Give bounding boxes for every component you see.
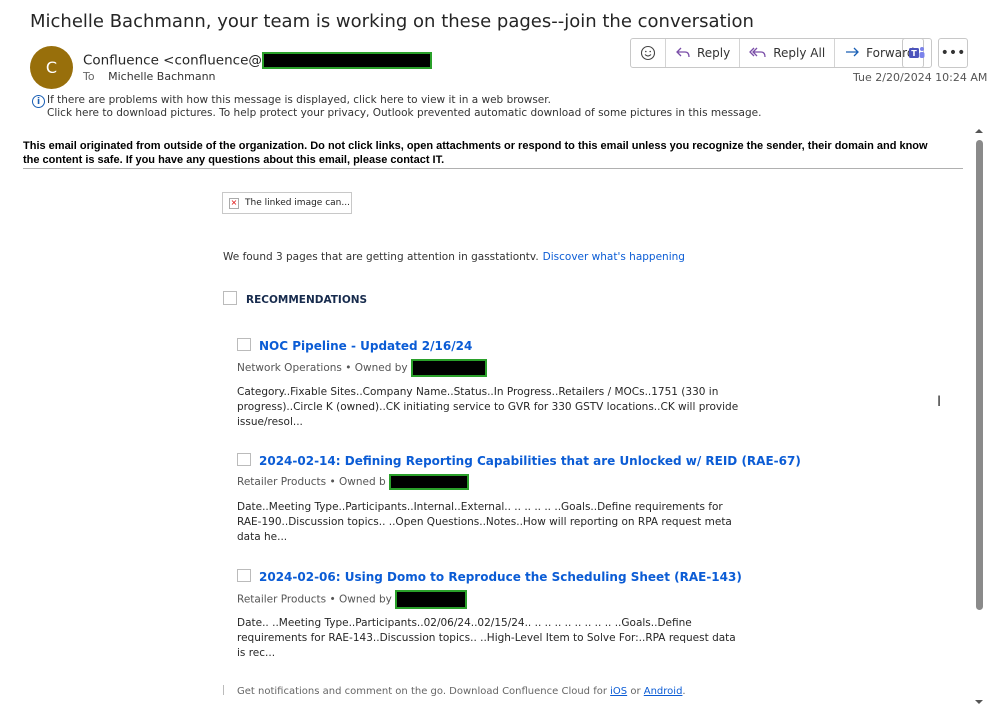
reply-all-icon <box>749 47 766 58</box>
info-line-pictures[interactable]: Click here to download pictures. To help… <box>47 107 761 120</box>
sent-date: Tue 2/20/2024 10:24 AM <box>853 71 988 84</box>
reply-all-label: Reply All <box>773 46 826 60</box>
discover-link[interactable]: Discover what's happening <box>543 251 685 263</box>
page-meta-text: Network Operations • Owned by <box>237 362 408 374</box>
footer-text: Get notifications and comment on the go.… <box>237 686 686 697</box>
email-subject: Michelle Bachmann, your team is working … <box>30 11 754 32</box>
warning-divider <box>23 168 963 169</box>
page-description: Category..Fixable Sites..Company Name..S… <box>237 386 739 428</box>
sender[interactable]: Confluence <confluence@ <box>83 52 432 69</box>
smile-icon <box>640 45 656 61</box>
teams-icon: T <box>909 47 925 58</box>
more-actions-button[interactable]: ••• <box>938 38 968 68</box>
info-line-browser[interactable]: If there are problems with how this mess… <box>47 94 761 107</box>
to-label: To <box>83 70 95 83</box>
more-icon: ••• <box>940 45 966 61</box>
page-description: Date..Meeting Type..Participants..Intern… <box>237 501 732 543</box>
recommendations-heading: RECOMMENDATIONS <box>246 294 368 306</box>
android-link[interactable]: Android <box>644 686 683 697</box>
external-warning: This email originated from outside of th… <box>23 140 928 166</box>
reply-button[interactable]: Reply <box>666 39 741 67</box>
svg-text:T: T <box>911 49 917 58</box>
page-description: Date.. ..Meeting Type..Participants..02/… <box>237 617 736 659</box>
ios-link[interactable]: iOS <box>610 686 627 697</box>
info-bar[interactable]: If there are problems with how this mess… <box>47 94 761 120</box>
redacted-owner <box>410 359 487 377</box>
emoji-button[interactable] <box>631 39 666 67</box>
broken-image: × The linked image can... <box>222 192 352 214</box>
page-icon <box>237 338 251 351</box>
page-icon <box>237 453 251 466</box>
page-meta-text: Retailer Products • Owned by <box>237 593 392 606</box>
avatar-initial: C <box>45 58 58 77</box>
intro-text: We found 3 pages that are getting attent… <box>223 251 685 263</box>
redacted-owner <box>395 590 468 609</box>
intro-label: We found 3 pages that are getting attent… <box>223 251 539 263</box>
page-meta: Retailer Products • Owned b <box>237 474 469 490</box>
scrollbar-thumb[interactable] <box>976 140 983 610</box>
broken-image-icon: × <box>229 197 239 209</box>
page-meta-text: Retailer Products • Owned b <box>237 476 386 488</box>
teams-button[interactable]: T <box>902 38 932 68</box>
reply-icon <box>676 47 690 58</box>
recommendations-icon <box>223 291 237 305</box>
footer-or: or <box>630 686 641 697</box>
info-icon: i <box>32 95 45 108</box>
forward-icon <box>846 47 860 57</box>
page-meta: Network Operations • Owned by <box>237 359 487 377</box>
page-title-link[interactable]: NOC Pipeline - Updated 2/16/24 <box>259 339 472 353</box>
recipient-name[interactable]: Michelle Bachmann <box>108 70 215 83</box>
recipients-row: To Michelle Bachmann <box>83 70 216 83</box>
page-title-link[interactable]: 2024-02-06: Using Domo to Reproduce the … <box>259 570 742 584</box>
page-icon <box>237 569 251 582</box>
scroll-up-icon[interactable] <box>972 126 986 136</box>
broken-image-text: The linked image can... <box>245 198 350 208</box>
redacted-owner <box>388 474 469 490</box>
avatar[interactable]: C <box>30 46 73 89</box>
text-cursor-icon: Ι <box>937 394 942 410</box>
message-actions: Reply Reply All Forward <box>630 38 925 68</box>
footer-label: Get notifications and comment on the go.… <box>237 686 607 697</box>
footer-image-placeholder <box>223 685 224 695</box>
reply-label: Reply <box>697 46 731 60</box>
page-meta: Retailer Products • Owned by <box>237 590 468 609</box>
redacted-email <box>261 52 432 69</box>
sender-name: Confluence <confluence@ <box>83 52 262 69</box>
page-title-link[interactable]: 2024-02-14: Defining Reporting Capabilit… <box>259 454 801 468</box>
scroll-down-icon[interactable] <box>972 697 986 707</box>
reply-all-button[interactable]: Reply All <box>740 39 836 67</box>
footer-period: . <box>682 686 686 697</box>
